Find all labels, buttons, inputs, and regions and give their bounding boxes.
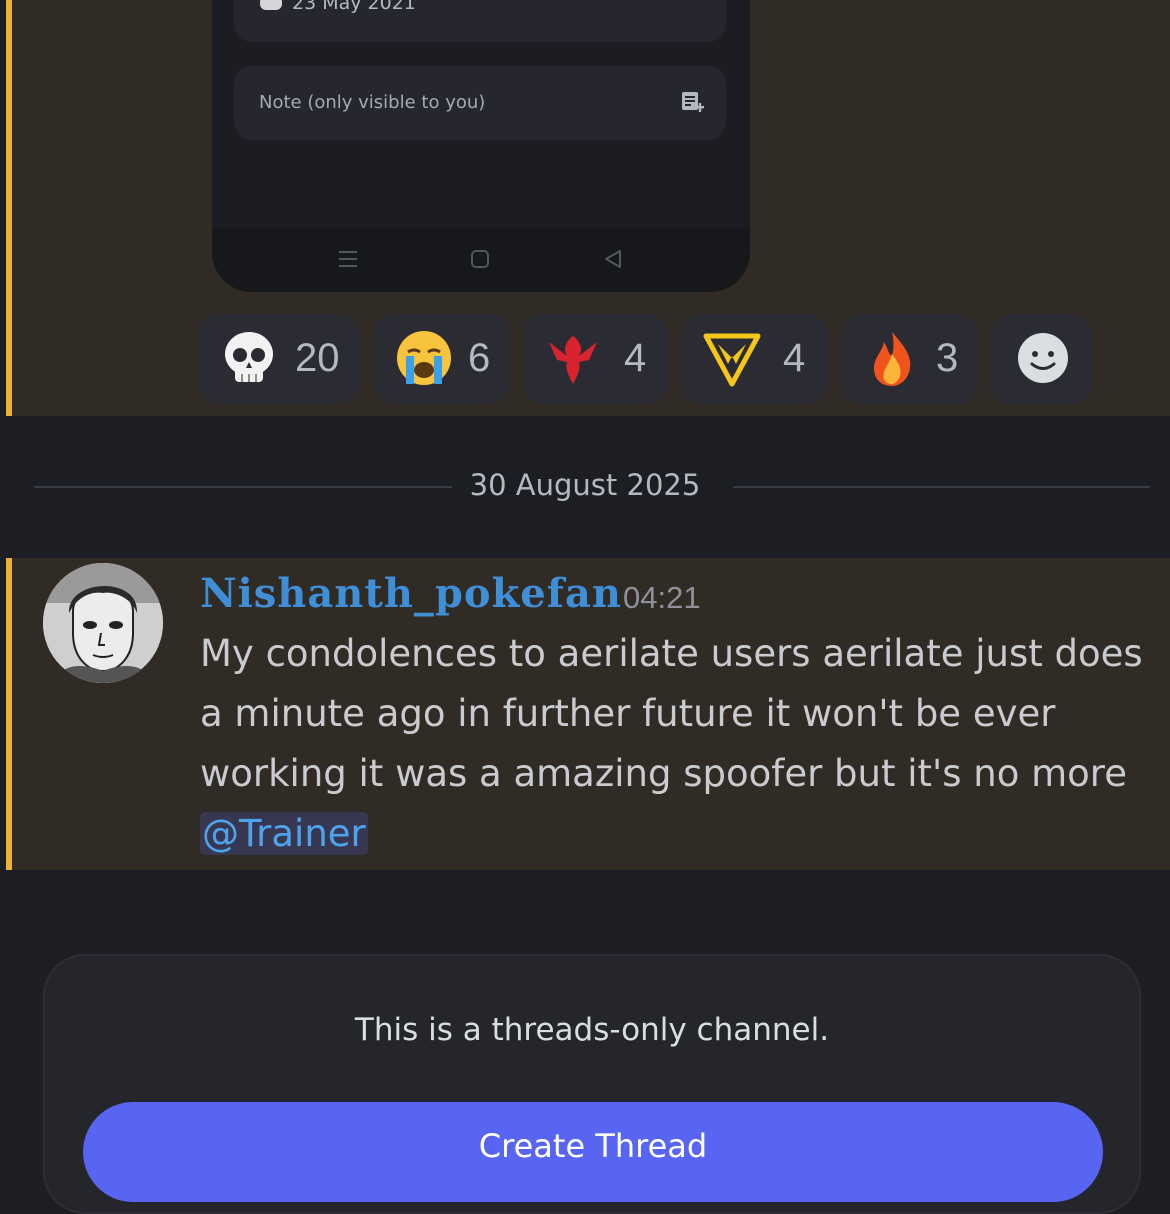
divider-line-right [733, 486, 1150, 488]
reaction-count: 6 [468, 336, 491, 380]
reaction-team-instinct[interactable]: 4 [682, 314, 827, 404]
reaction-crying[interactable]: 6 [374, 314, 510, 404]
fire-icon [874, 332, 911, 386]
back-triangle-icon [605, 250, 621, 268]
avatar-image [43, 563, 163, 683]
phone-nav-bar [212, 228, 750, 292]
note-field: Note (only visible to you) [234, 66, 726, 140]
divider-line-left [34, 486, 452, 488]
reaction-count: 3 [936, 336, 959, 380]
message-timestamp: 04:21 [623, 580, 701, 615]
note-placeholder: Note (only visible to you) [259, 92, 486, 113]
reaction-count: 4 [624, 336, 647, 380]
member-since-card: 23 May 2021 [234, 0, 726, 42]
crying-face-icon [397, 331, 451, 385]
threads-only-notice: This is a threads-only channel. [354, 1012, 830, 1048]
reaction-skull[interactable]: 20 [199, 314, 360, 404]
reaction-fire[interactable]: 3 [842, 314, 978, 404]
discord-icon [260, 0, 282, 10]
add-reaction-icon [1018, 333, 1068, 383]
team-valor-icon [549, 336, 597, 384]
reaction-team-valor[interactable]: 4 [523, 314, 668, 404]
date-divider: 30 August 2025 [469, 468, 701, 502]
member-since-date: 23 May 2021 [292, 0, 416, 14]
username[interactable]: Nishanth_pokefan [200, 570, 622, 617]
message-content: My condolences to aerilate users aerilat… [200, 624, 1160, 864]
embedded-screenshot[interactable]: 23 May 2021 Note (only visible to you) [212, 0, 750, 292]
home-square-icon [471, 250, 489, 268]
team-instinct-icon [703, 333, 761, 387]
note-edit-icon [682, 92, 704, 112]
add-reaction-button[interactable] [991, 314, 1092, 404]
message-text: My condolences to aerilate users aerilat… [200, 632, 1143, 795]
create-thread-label: Create Thread [478, 1127, 708, 1165]
user-mention[interactable]: @Trainer [200, 812, 368, 855]
threads-only-card: This is a threads-only channel. Create T… [43, 954, 1141, 1214]
create-thread-button[interactable]: Create Thread [83, 1102, 1103, 1202]
avatar[interactable] [43, 563, 163, 683]
reaction-count: 4 [783, 336, 806, 380]
reaction-count: 20 [295, 336, 340, 380]
skull-icon [225, 332, 273, 382]
menu-icon [339, 251, 357, 267]
